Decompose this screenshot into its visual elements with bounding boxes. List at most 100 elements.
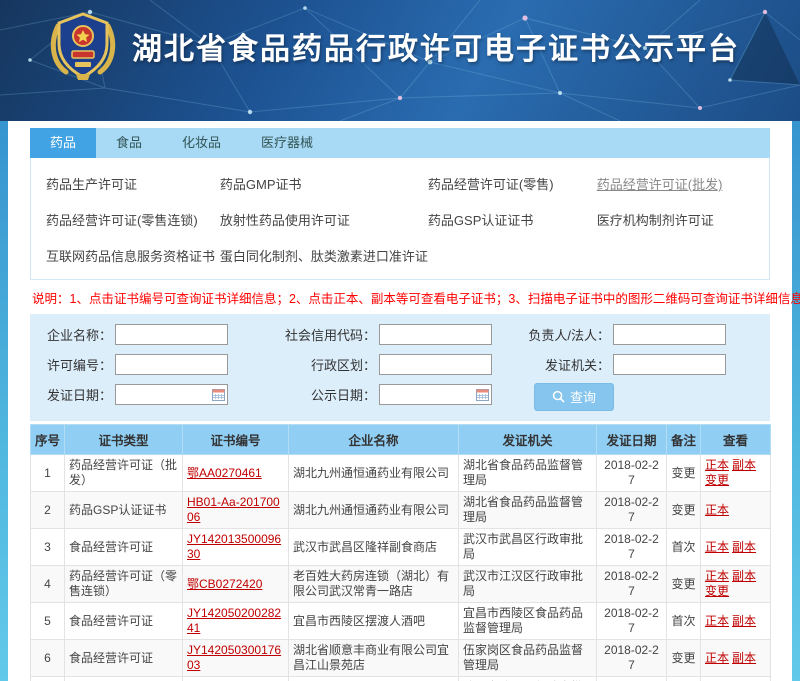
page-banner: 湖北省食品药品行政许可电子证书公示平台 <box>0 0 800 121</box>
authority-cell: 武汉市武昌区行政审批局 <box>459 677 597 681</box>
row-index-cell: 5 <box>31 603 65 640</box>
cert-link-medical-preparation[interactable]: 医疗机构制剂许可证 <box>597 210 769 229</box>
cert-link-gmp[interactable]: 药品GMP证书 <box>220 174 428 193</box>
tab-drug[interactable]: 药品 <box>30 128 96 158</box>
cert-no-link[interactable]: 鄂AA0270461 <box>187 466 262 480</box>
col-header-cert-no: 证书编号 <box>183 425 289 455</box>
credit-code-input[interactable] <box>379 324 492 345</box>
field-publish-date: 公示日期： <box>280 383 520 405</box>
field-credit-code: 社会信用代码： <box>280 323 520 345</box>
legal-person-input[interactable] <box>613 324 726 345</box>
cert-type-cell: 食品经营许可证 <box>65 640 183 677</box>
view-actions-cell: 正本副本 <box>701 677 771 681</box>
field-label: 负责人/法人： <box>520 325 610 344</box>
search-button-cell: 查询 <box>520 383 760 411</box>
col-header-authority: 发证机关 <box>459 425 597 455</box>
view-copy-link[interactable]: 副本 <box>732 651 756 665</box>
view-actions-cell: 正本副本 <box>701 640 771 677</box>
authority-cell: 武汉市武昌区行政审批局 <box>459 529 597 566</box>
cert-link-radioactive[interactable]: 放射性药品使用许可证 <box>220 210 428 229</box>
cert-type-cell: 药品经营许可证（批发） <box>65 455 183 492</box>
cert-type-cell: 食品经营许可证 <box>65 603 183 640</box>
field-issue-date: 发证日期： <box>40 383 280 405</box>
cert-no-link[interactable]: HB01-Aa-20170006 <box>187 495 280 524</box>
col-header-date: 发证日期 <box>597 425 667 455</box>
view-copy-link[interactable]: 副本 <box>732 569 756 583</box>
view-change-link[interactable]: 变更 <box>705 473 729 487</box>
cert-no-link[interactable]: JY14201350009630 <box>187 532 281 561</box>
view-original-link[interactable]: 正本 <box>705 503 729 517</box>
field-company-name: 企业名称： <box>40 323 280 345</box>
cert-no-link[interactable]: 鄂CB0272420 <box>187 577 262 591</box>
agency-badge-logo <box>48 10 118 82</box>
row-index-cell: 2 <box>31 492 65 529</box>
view-original-link[interactable]: 正本 <box>705 614 729 628</box>
issue-date-cell: 2018-02-27 <box>597 566 667 603</box>
table-row: 4药品经营许可证（零售连锁）鄂CB0272420老百姓大药房连锁（湖北）有限公司… <box>31 566 771 603</box>
view-actions-cell: 正本 <box>701 492 771 529</box>
cert-link-retail-chain[interactable]: 药品经营许可证(零售连锁) <box>46 210 220 229</box>
col-header-index: 序号 <box>31 425 65 455</box>
company-cell: 湖北龙瑊通医疗器械有限公司 <box>289 677 459 681</box>
authority-cell: 宜昌市西陵区食品药品监督管理局 <box>459 603 597 640</box>
table-row: 7食品经营许可证JY14201350009541湖北龙瑊通医疗器械有限公司武汉市… <box>31 677 771 681</box>
search-button[interactable]: 查询 <box>534 383 614 411</box>
category-tabbar: 药品 食品 化妆品 医疗器械 <box>30 128 770 158</box>
table-header-row: 序号 证书类型 证书编号 企业名称 发证机关 发证日期 备注 查看 <box>31 425 771 455</box>
cert-no-link[interactable]: JY14205030017603 <box>187 643 281 672</box>
table-row: 1药品经营许可证（批发）鄂AA0270461湖北九州通恒通药业有限公司湖北省食品… <box>31 455 771 492</box>
row-index-cell: 6 <box>31 640 65 677</box>
authority-cell: 武汉市江汉区行政审批局 <box>459 566 597 603</box>
view-copy-link[interactable]: 副本 <box>732 614 756 628</box>
view-original-link[interactable]: 正本 <box>705 569 729 583</box>
tab-food[interactable]: 食品 <box>96 128 162 158</box>
issue-date-cell: 2018-02-27 <box>597 677 667 681</box>
authority-cell: 湖北省食品药品监督管理局 <box>459 455 597 492</box>
table-row: 5食品经营许可证JY14205020028241宜昌市西陵区摆渡人酒吧宜昌市西陵… <box>31 603 771 640</box>
cert-link-retail[interactable]: 药品经营许可证(零售) <box>428 174 597 193</box>
cert-no-link[interactable]: JY14205020028241 <box>187 606 281 635</box>
authority-input[interactable] <box>613 354 726 375</box>
view-copy-link[interactable]: 副本 <box>732 540 756 554</box>
table-row: 6食品经营许可证JY14205030017603湖北省顺意丰商业有限公司宜昌江山… <box>31 640 771 677</box>
calendar-icon[interactable] <box>476 388 489 401</box>
view-copy-link[interactable]: 副本 <box>732 458 756 472</box>
company-cell: 湖北九州通恒通药业有限公司 <box>289 455 459 492</box>
cert-type-cell: 食品经营许可证 <box>65 529 183 566</box>
row-index-cell: 3 <box>31 529 65 566</box>
usage-notice: 说明：1、点击证书编号可查询证书详细信息；2、点击正本、副本等可查看电子证书；3… <box>30 280 770 314</box>
row-index-cell: 7 <box>31 677 65 681</box>
issue-date-cell: 2018-02-27 <box>597 529 667 566</box>
field-label: 发证日期： <box>40 385 112 404</box>
company-name-input[interactable] <box>115 324 228 345</box>
cert-type-cell: 药品经营许可证（零售连锁） <box>65 566 183 603</box>
remark-cell: 首次 <box>667 677 701 681</box>
view-actions-cell: 正本副本 <box>701 603 771 640</box>
cert-no-cell: JY14205030017603 <box>183 640 289 677</box>
view-actions-cell: 正本副本变更 <box>701 455 771 492</box>
authority-cell: 湖北省食品药品监督管理局 <box>459 492 597 529</box>
cert-type-links-panel: 药品生产许可证 药品GMP证书 药品经营许可证(零售) 药品经营许可证(批发) … <box>30 158 770 280</box>
company-cell: 湖北九州通恒通药业有限公司 <box>289 492 459 529</box>
view-original-link[interactable]: 正本 <box>705 540 729 554</box>
cert-link-gsp[interactable]: 药品GSP认证证书 <box>428 210 597 229</box>
search-form: 企业名称： 社会信用代码： 负责人/法人： 许可编号： 行政区划： 发证机关： … <box>30 314 770 421</box>
col-header-company: 企业名称 <box>289 425 459 455</box>
view-change-link[interactable]: 变更 <box>705 584 729 598</box>
tab-cosmetics[interactable]: 化妆品 <box>162 128 241 158</box>
license-no-input[interactable] <box>115 354 228 375</box>
cert-link-internet-info[interactable]: 互联网药品信息服务资格证书 <box>46 246 220 265</box>
cert-link-protein-import[interactable]: 蛋白同化制剂、肽类激素进口准许证 <box>220 246 428 265</box>
cert-no-cell: JY14201350009630 <box>183 529 289 566</box>
view-original-link[interactable]: 正本 <box>705 458 729 472</box>
view-original-link[interactable]: 正本 <box>705 651 729 665</box>
table-row: 2药品GSP认证证书HB01-Aa-20170006湖北九州通恒通药业有限公司湖… <box>31 492 771 529</box>
cert-link-production[interactable]: 药品生产许可证 <box>46 174 220 193</box>
calendar-icon[interactable] <box>212 388 225 401</box>
view-actions-cell: 正本副本变更 <box>701 566 771 603</box>
cert-no-cell: 鄂CB0272420 <box>183 566 289 603</box>
region-input[interactable] <box>379 354 492 375</box>
cert-link-wholesale[interactable]: 药品经营许可证(批发) <box>597 174 769 193</box>
tab-medical-device[interactable]: 医疗器械 <box>241 128 333 158</box>
page-title: 湖北省食品药品行政许可电子证书公示平台 <box>132 24 740 68</box>
